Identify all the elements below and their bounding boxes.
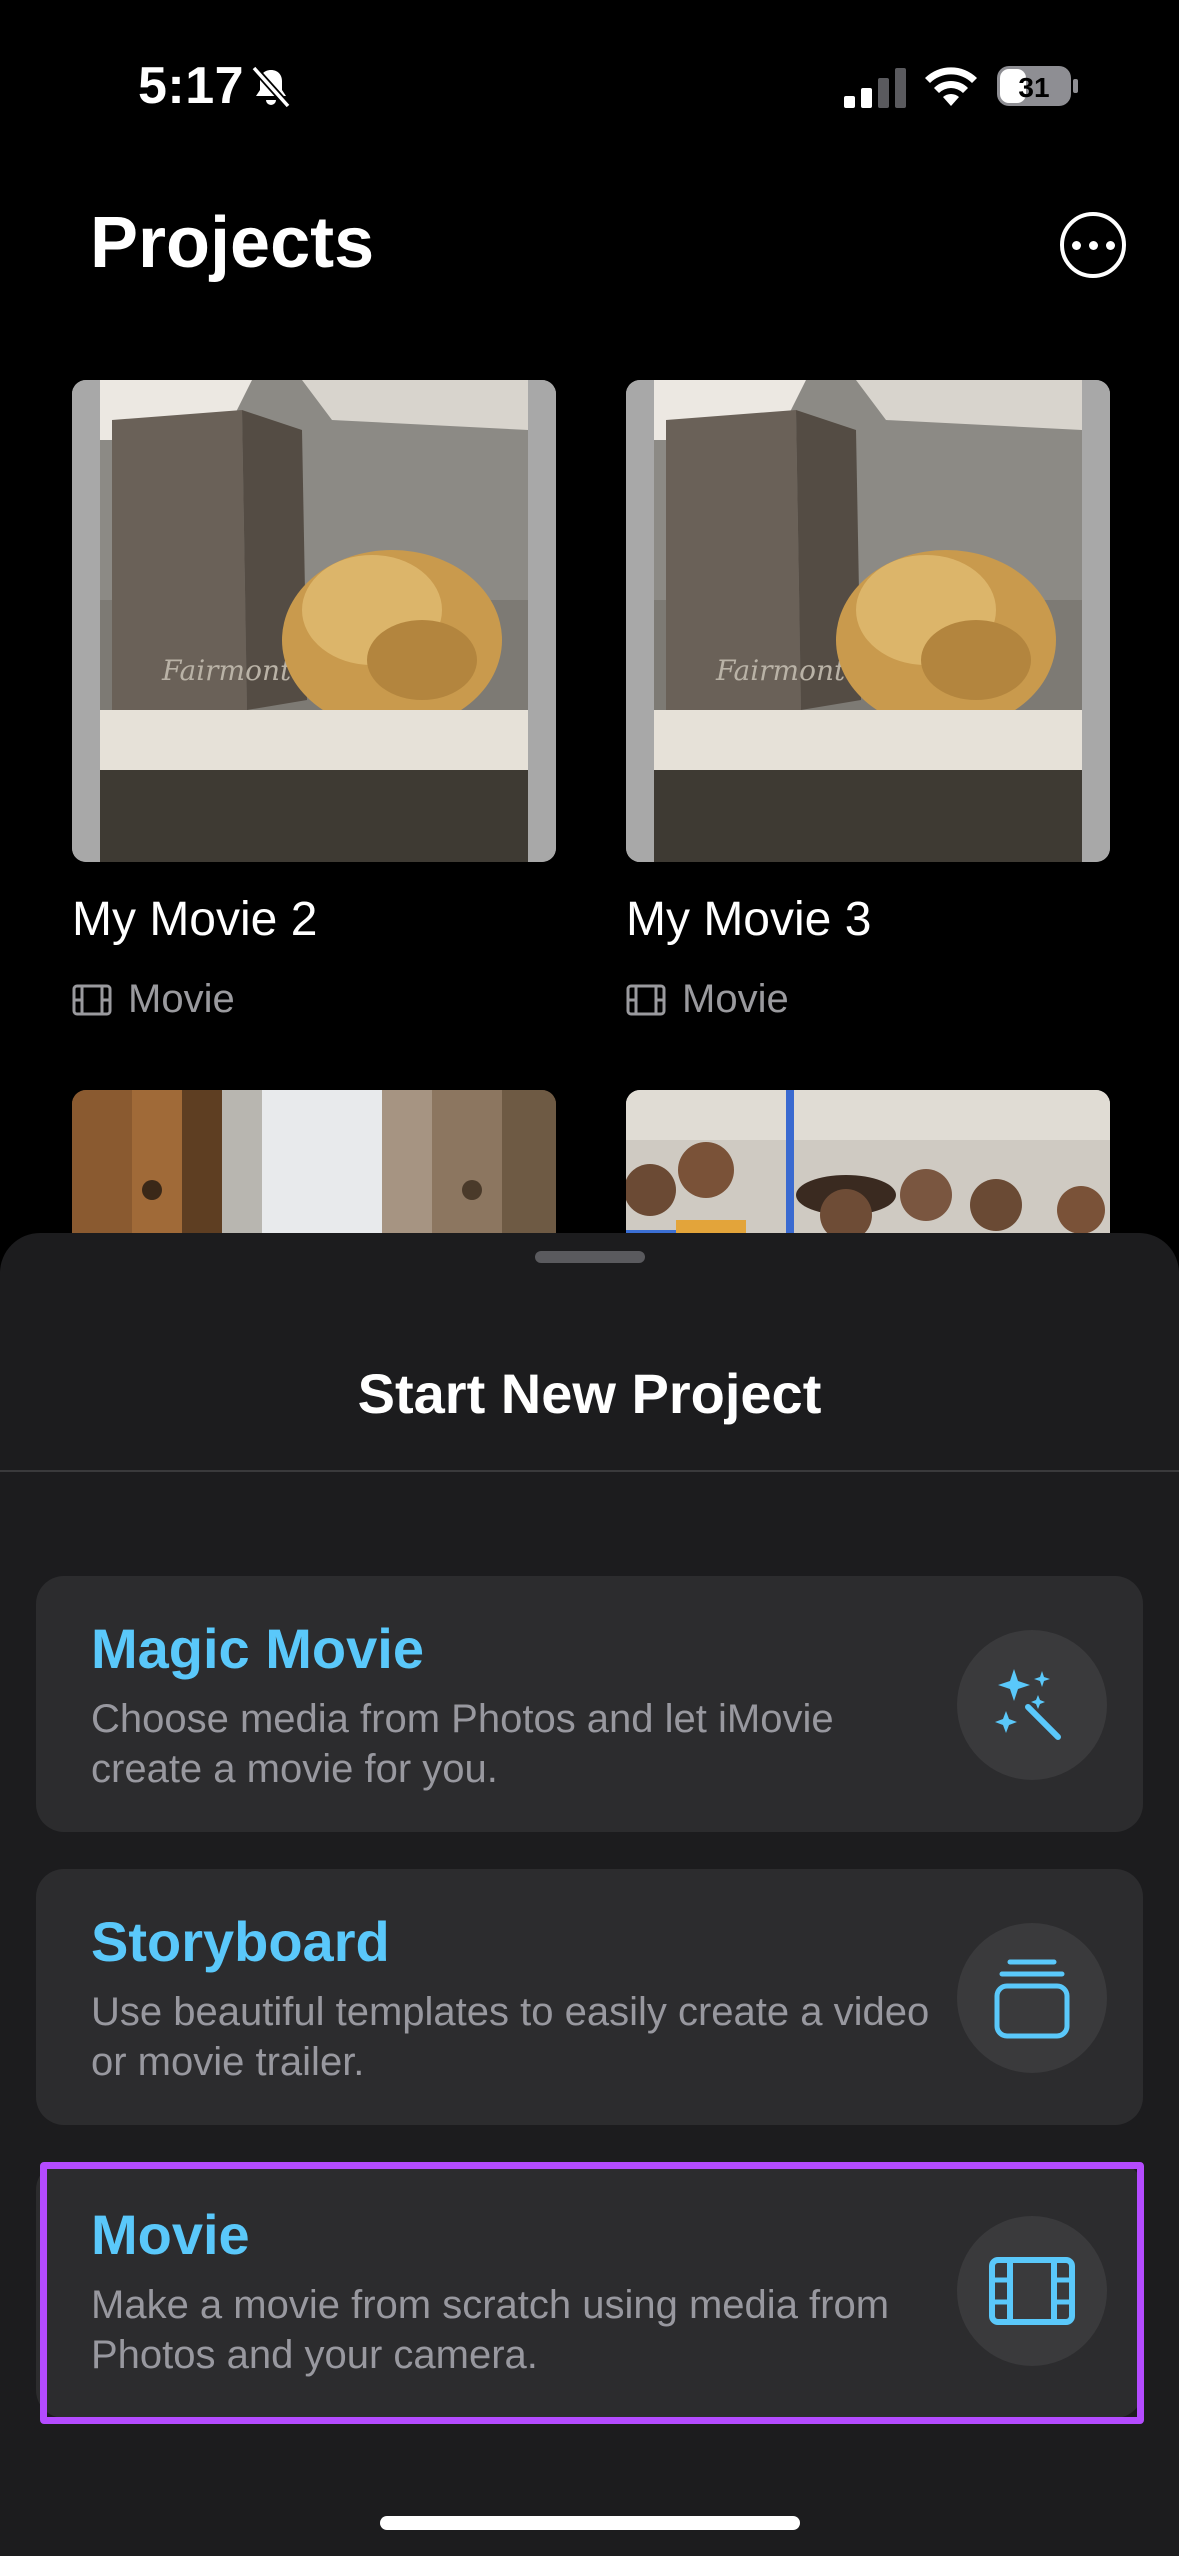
film-icon [72, 984, 112, 1015]
battery-icon: 31 [996, 64, 1080, 108]
cellular-signal-icon [844, 68, 906, 108]
project-name: My Movie 3 [626, 893, 872, 946]
battery-level: 31 [1018, 72, 1049, 103]
project-card[interactable]: Fairmont My Movie 2 Movie [72, 380, 556, 1022]
option-description: Use beautiful templates to easily create… [91, 1990, 930, 2084]
status-bar: 5:17 31 [0, 0, 1179, 160]
project-type: Movie [626, 977, 1110, 1022]
project-type-label: Movie [128, 977, 235, 1021]
ellipsis-circle-icon [1071, 240, 1081, 250]
option-title: Magic Movie [91, 1617, 424, 1680]
bell-slash-icon [251, 65, 291, 109]
project-type: Movie [72, 977, 556, 1022]
project-thumbnail[interactable]: Fairmont [72, 380, 556, 862]
page-title: Projects [90, 203, 375, 283]
sheet-title: Start New Project [357, 1362, 822, 1425]
option-icon-button[interactable] [957, 1923, 1107, 2073]
option-title: Storyboard [91, 1910, 390, 1973]
project-type-label: Movie [682, 977, 789, 1021]
project-name: My Movie 2 [72, 893, 318, 946]
wifi-icon [925, 67, 977, 106]
project-thumbnail[interactable] [72, 1090, 556, 1250]
option-icon-button[interactable] [957, 2216, 1107, 2366]
movie-option[interactable]: Movie Make a movie from scratch using me… [36, 2162, 1143, 2418]
film-icon [989, 2257, 1075, 2325]
option-description: Choose media from Photos and let iMovie … [91, 1697, 834, 1791]
more-options-button[interactable] [1060, 212, 1126, 278]
imovie-projects-screen: 5:17 31 Projects Fairmont My Movie 2 Mov… [0, 0, 1179, 2556]
divider [0, 1470, 1179, 1472]
storyboard-option[interactable]: Storyboard Use beautiful templates to ea… [36, 1869, 1143, 2125]
svg-text:Fairmont: Fairmont [161, 654, 292, 687]
stack-icon [994, 1959, 1070, 2039]
magic-wand-icon [995, 1669, 1061, 1740]
option-description: Make a movie from scratch using media fr… [91, 2283, 890, 2377]
status-time: 5:17 [138, 57, 245, 115]
project-thumbnail[interactable]: Fairmont [626, 380, 1110, 862]
option-icon-button[interactable] [957, 1630, 1107, 1780]
sheet-grabber[interactable] [535, 1251, 645, 1263]
home-indicator[interactable] [380, 2516, 800, 2530]
option-title: Movie [91, 2203, 250, 2266]
magic-movie-option[interactable]: Magic Movie Choose media from Photos and… [36, 1576, 1143, 1832]
project-thumbnail[interactable] [626, 1090, 1110, 1250]
new-project-sheet: Start New Project Magic Movie Choose med… [0, 1233, 1179, 2556]
film-icon [626, 984, 666, 1015]
svg-text:Fairmont: Fairmont [715, 654, 846, 687]
project-card[interactable]: Fairmont My Movie 3 Movie [626, 380, 1110, 1022]
